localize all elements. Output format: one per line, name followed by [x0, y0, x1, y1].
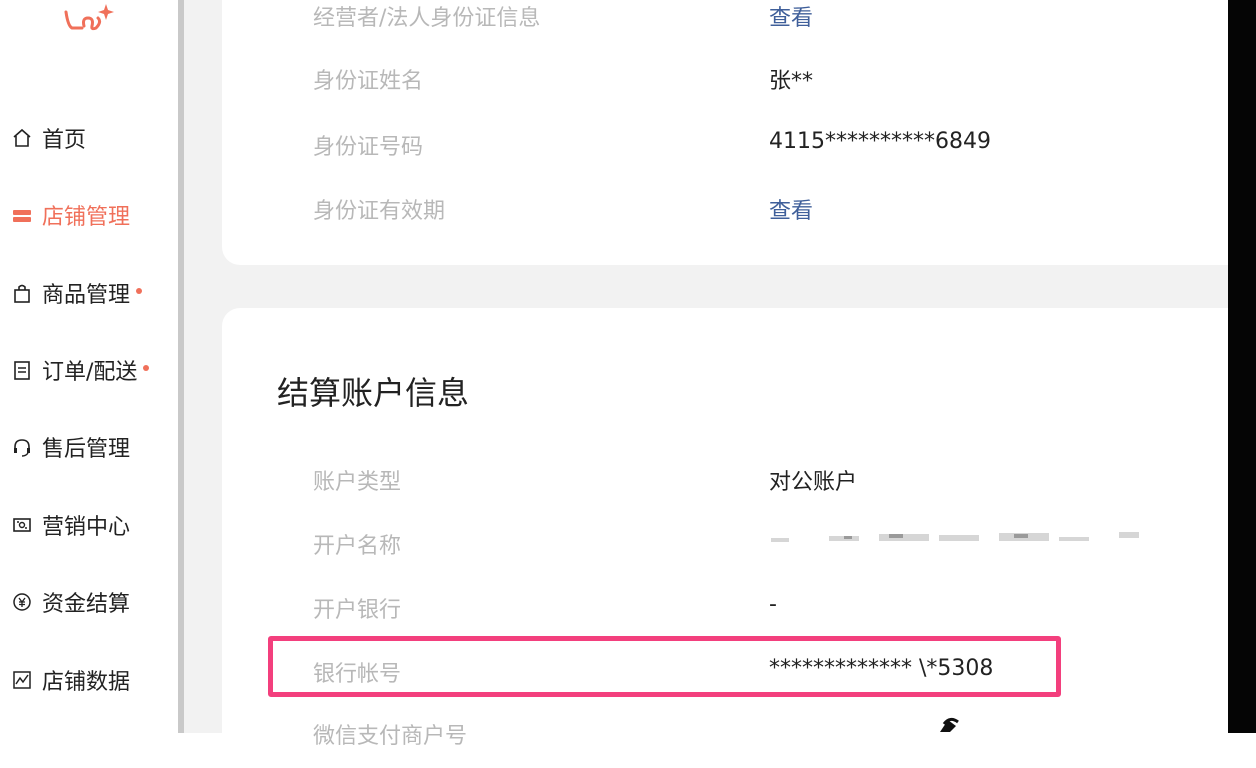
sidebar-item-orders[interactable]: 订单/配送 [10, 350, 150, 390]
chart-icon [10, 668, 34, 692]
sidebar: 首页 店铺管理 商品管理 订单/配送 售后管理 营销中心 资金结算 店铺数据 [0, 0, 178, 733]
view-id-info-link[interactable]: 查看 [769, 0, 813, 32]
brand-logo [64, 4, 114, 31]
id-number-value: 4115**********6849 [769, 129, 991, 154]
id-validity-label: 身份证有效期 [313, 199, 446, 224]
sidebar-item-store-data[interactable]: 店铺数据 [10, 660, 130, 700]
sidebar-item-marketing[interactable]: 营销中心 [10, 505, 130, 545]
sidebar-item-label: 售后管理 [42, 437, 131, 462]
sidebar-item-label: 商品管理 [42, 283, 131, 308]
window-edge [1228, 0, 1256, 733]
sidebar-item-label: 营销中心 [42, 515, 131, 540]
id-name-value: 张** [769, 69, 814, 94]
sidebar-item-label: 资金结算 [42, 592, 131, 617]
view-id-validity-link[interactable]: 查看 [769, 193, 813, 225]
headset-icon [10, 435, 34, 459]
sidebar-item-after-sales[interactable]: 售后管理 [10, 427, 130, 467]
sidebar-item-settlement[interactable]: 资金结算 [10, 582, 130, 622]
bank-account-label: 银行帐号 [313, 662, 402, 687]
sidebar-item-label: 订单/配送 [42, 360, 138, 385]
account-type-label: 账户类型 [313, 470, 402, 495]
account-type-value: 对公账户 [769, 470, 858, 495]
sidebar-item-store-management[interactable]: 店铺管理 [10, 195, 130, 235]
notification-dot [136, 288, 143, 294]
home-icon [10, 126, 34, 150]
wechat-merchant-label: 微信支付商户号 [313, 724, 468, 749]
store-icon [10, 203, 34, 227]
sidebar-item-label: 店铺数据 [42, 670, 131, 695]
bank-value: - [769, 592, 777, 617]
calendar-icon [10, 358, 34, 382]
id-number-label: 身份证号码 [313, 135, 424, 160]
yuan-icon [10, 590, 34, 614]
id-name-label: 身份证姓名 [313, 69, 424, 94]
sidebar-item-label: 首页 [42, 128, 87, 153]
partial-image [940, 717, 959, 732]
sidebar-item-product-management[interactable]: 商品管理 [10, 273, 143, 313]
ticket-icon [10, 513, 34, 537]
settlement-section-title: 结算账户信息 [277, 374, 470, 412]
redacted-account-name [771, 532, 1139, 542]
shopping-bag-icon [10, 281, 34, 305]
sidebar-item-home[interactable]: 首页 [10, 118, 86, 158]
id-info-label: 经营者/法人身份证信息 [313, 6, 541, 31]
bank-account-value: ************* \*5308 [769, 656, 994, 681]
notification-dot [143, 365, 150, 371]
account-name-label: 开户名称 [313, 534, 402, 559]
bank-label: 开户银行 [313, 598, 402, 623]
sidebar-item-label: 店铺管理 [42, 205, 131, 230]
